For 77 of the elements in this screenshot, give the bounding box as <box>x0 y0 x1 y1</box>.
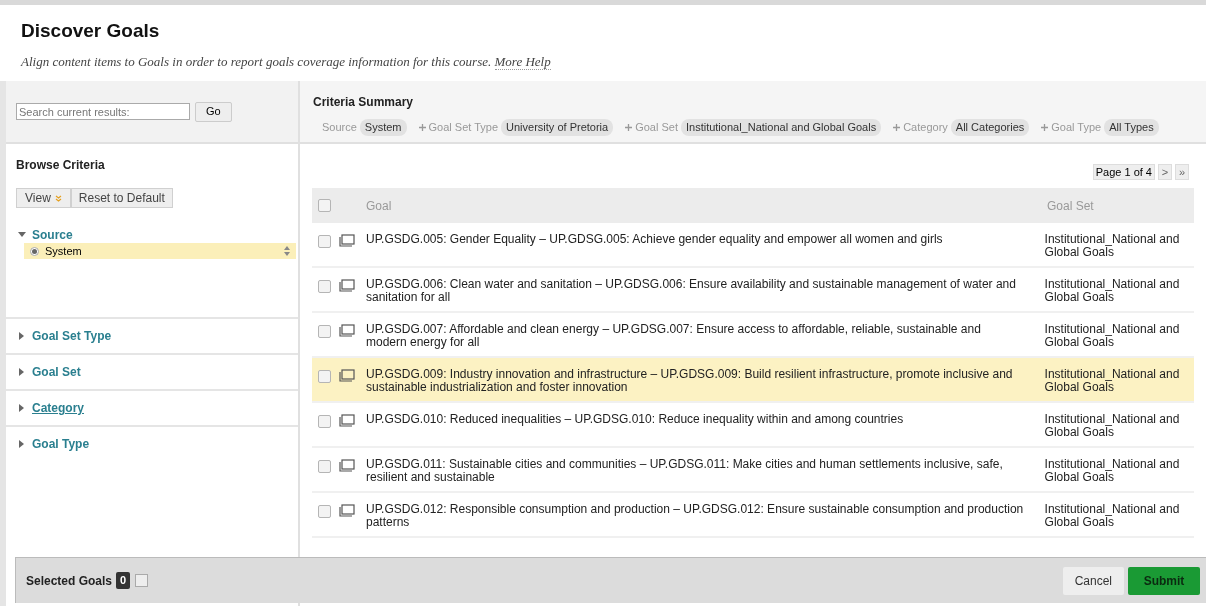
goal-set-cell-text: Institutional_National and Global Goals <box>1044 368 1181 394</box>
double-chevron-icon <box>54 194 62 202</box>
goal-cell-text: UP.GSDG.010: Reduced inequalities – UP.GDSG.010: Reduce inequality within and among countries <box>366 413 905 426</box>
checkbox[interactable] <box>318 199 331 212</box>
criteria-label: Category <box>903 120 948 135</box>
criteria-value-tag: University of Pretoria <box>501 119 614 136</box>
checkbox[interactable] <box>318 235 331 248</box>
criteria-section-toggle[interactable]: Source <box>32 226 73 244</box>
scroll-arrows-icon <box>284 246 290 256</box>
checkbox[interactable] <box>318 415 331 428</box>
goal-set-cell-text: Institutional_National and Global Goals <box>1044 278 1181 304</box>
cancel-button[interactable]: Cancel <box>1062 566 1124 595</box>
criteria-label: Goal Set Type <box>428 120 499 135</box>
plus-icon <box>893 123 901 131</box>
content-item-icon <box>339 234 355 247</box>
goal-cell-text: UP.GSDG.007: Affordable and clean energy – UP.GDSG.007: Ensure access to affordable, reliable, sustainable and modern energy for all <box>366 323 982 349</box>
criteria-section-toggle[interactable]: Goal Type <box>32 435 90 453</box>
next-page-button[interactable]: > <box>1158 164 1172 180</box>
selected-goals-label: Selected Goals <box>26 572 113 590</box>
checkbox[interactable] <box>318 325 331 338</box>
content-item-icon <box>339 459 355 472</box>
goal-cell-text: UP.GSDG.005: Gender Equality – UP.GDSG.005: Achieve gender equality and empower all women and girls <box>366 233 944 246</box>
content-item-icon <box>339 324 355 337</box>
criteria-value-tag: All Types <box>1104 119 1159 136</box>
right-triangle-icon[interactable] <box>18 368 26 376</box>
goal-set-cell-text: Institutional_National and Global Goals <box>1044 458 1181 484</box>
page-title: Discover Goals <box>21 19 161 43</box>
search-field[interactable]: Search current results: <box>16 103 190 120</box>
criteria-section-toggle[interactable]: Goal Set Type <box>32 327 112 345</box>
content-item-icon <box>339 279 355 292</box>
goal-set-cell-text: Institutional_National and Global Goals <box>1044 413 1181 439</box>
plus-icon <box>418 123 426 131</box>
reset-button[interactable]: Reset to Default <box>70 188 173 208</box>
criteria-label: Goal Set <box>635 120 678 135</box>
content-item-icon <box>339 504 355 517</box>
criteria-value-tag: All Categories <box>950 119 1030 136</box>
content-item-icon <box>339 369 355 382</box>
help-link[interactable]: More Help <box>494 53 551 70</box>
goal-set-cell-text: Institutional_National and Global Goals <box>1044 503 1181 529</box>
goal-cell: UP.GSDG.012: Responsible consumption and production – UP.GDSG.012: Ensure sustainable consumption and production patterns <box>366 503 1024 529</box>
browse-title: Browse Criteria <box>16 157 106 174</box>
criteria-value-tag: Institutional_National and Global Goals <box>680 119 882 136</box>
criteria-value-tag: System <box>359 119 407 136</box>
view-button[interactable]: View <box>16 188 71 208</box>
plus-icon <box>625 123 633 131</box>
checkbox[interactable] <box>318 370 331 383</box>
criteria-label: Source <box>322 120 357 135</box>
goal-set-cell-text: Institutional_National and Global Goals <box>1044 233 1181 259</box>
page-indicator: Page 1 of 4 <box>1092 164 1155 180</box>
goal-cell-text: UP.GSDG.009: Industry innovation and infrastructure – UP.GDSG.009: Build resilient infrastructure, promote inclusive and sustainable industrialization and foster innovation <box>366 368 1014 394</box>
right-triangle-icon[interactable] <box>18 440 26 448</box>
checkbox[interactable] <box>318 460 331 473</box>
selection-toggle-icon[interactable] <box>135 574 149 587</box>
submit-button[interactable]: Submit <box>1128 566 1200 595</box>
right-triangle-icon[interactable] <box>18 332 26 340</box>
goal-cell-text: UP.GSDG.011: Sustainable cities and communities – UP.GDSG.011: Make cities and human settlements inclusive, safe, resilient and sustainable <box>366 458 1004 484</box>
plus-icon <box>1041 123 1049 131</box>
source-option[interactable]: System <box>24 243 296 259</box>
page-description: Align content items to Goals in order to report goals coverage information for this course. <box>21 53 492 69</box>
criteria-label: Goal Type <box>1051 120 1102 135</box>
selected-count-badge: 0 <box>116 572 131 589</box>
radio-button[interactable] <box>30 246 39 256</box>
checkbox[interactable] <box>318 505 331 518</box>
goal-row[interactable] <box>312 358 1194 403</box>
criteria-summary-title: Criteria Summary <box>313 94 415 111</box>
content-item-icon <box>339 414 355 427</box>
goal-cell-text: UP.GSDG.006: Clean water and sanitation – UP.GDSG.006: Ensure availability and sustainable management of water and sanitation for all <box>366 278 1017 304</box>
column-header: Goal Set <box>1047 197 1094 215</box>
checkbox[interactable] <box>318 280 331 293</box>
last-page-button[interactable]: » <box>1175 164 1189 180</box>
column-header: Goal <box>366 197 393 215</box>
criteria-section-toggle[interactable]: Goal Set <box>32 363 81 381</box>
criteria-section-toggle[interactable]: Category <box>32 399 84 417</box>
goal-set-cell-text: Institutional_National and Global Goals <box>1044 323 1181 349</box>
right-triangle-icon[interactable] <box>18 404 26 412</box>
down-triangle-icon[interactable] <box>18 231 26 239</box>
go-button[interactable]: Go <box>195 101 232 122</box>
